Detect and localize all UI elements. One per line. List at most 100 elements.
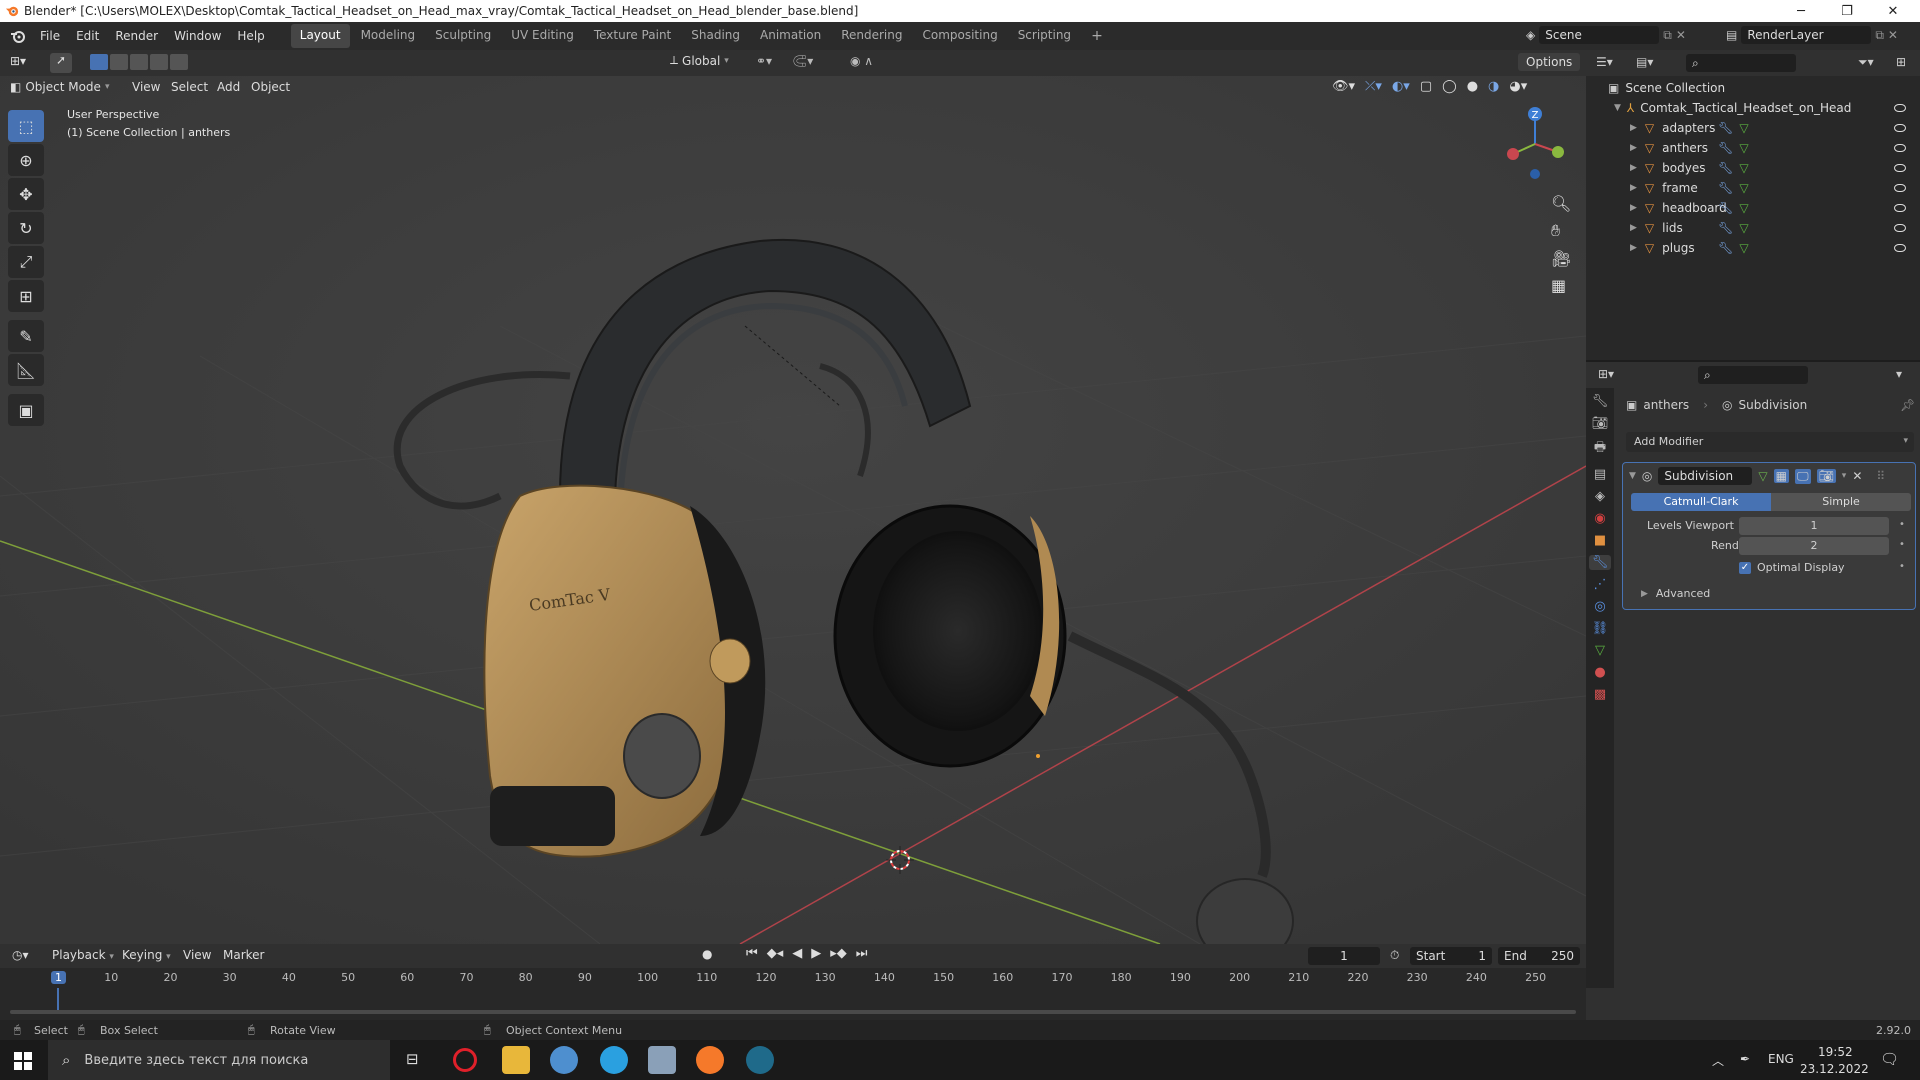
playhead[interactable] xyxy=(57,988,59,1010)
language-indicator[interactable]: ENG xyxy=(1768,1052,1794,1066)
expand-icon[interactable]: ▶ xyxy=(1630,123,1637,133)
modifier-wrench-icon[interactable]: 🔧︎ xyxy=(1718,181,1733,195)
3d-viewport[interactable]: ComTac V User Perspective (1) Scene Coll… xyxy=(0,76,1586,944)
menu-view[interactable]: View xyxy=(132,80,160,94)
new-collection-icon[interactable]: ⊞ xyxy=(1896,55,1906,69)
rotate-tool-icon[interactable]: ↻ xyxy=(8,212,44,244)
maximize-button[interactable]: ❐ xyxy=(1824,0,1870,22)
catmull-clark-option[interactable]: Catmull-Clark xyxy=(1631,493,1771,511)
expand-icon[interactable]: ▶ xyxy=(1630,143,1637,153)
overlay-toggle-icon[interactable]: ◐▾ xyxy=(1392,79,1410,94)
render-toggle-icon[interactable]: 📷︎ xyxy=(1816,469,1836,483)
data-tab-icon[interactable]: ▽ xyxy=(1595,643,1605,658)
select-invert-icon[interactable] xyxy=(150,54,168,70)
clock-time[interactable]: 19:52 xyxy=(1818,1045,1853,1059)
mesh-data-icon[interactable]: ▽ xyxy=(1739,201,1748,215)
render-levels-field[interactable]: 2 xyxy=(1739,537,1889,555)
outliner-item-frame[interactable]: ▶ ▽ frame 🔧︎ ▽ xyxy=(1586,178,1920,198)
record-icon[interactable]: ● xyxy=(702,947,712,961)
outliner-item-adapters[interactable]: ▶ ▽ adapters 🔧︎ ▽ xyxy=(1586,118,1920,138)
expand-icon[interactable]: ▶ xyxy=(1630,183,1637,193)
pen-icon[interactable]: ✒︎ xyxy=(1740,1052,1750,1066)
object-tab-icon[interactable]: ■ xyxy=(1594,533,1606,548)
keyframe-dot-icon[interactable]: • xyxy=(1899,519,1905,530)
tab-layout[interactable]: Layout xyxy=(290,24,350,48)
menu-timeline-view[interactable]: View xyxy=(183,948,211,962)
menu-select[interactable]: Select xyxy=(171,80,208,94)
chevron-down-icon[interactable]: ▾ xyxy=(1896,367,1902,381)
output-tab-icon[interactable]: 🖶 xyxy=(1594,438,1606,460)
wireframe-shading-icon[interactable]: ◯ xyxy=(1442,79,1457,94)
new-scene-icon[interactable]: ⧉ xyxy=(1663,28,1672,43)
edit-mode-toggle-icon[interactable]: ▽ xyxy=(1758,469,1767,483)
cage-toggle-icon[interactable]: ▦ xyxy=(1773,469,1789,483)
prev-keyframe-icon[interactable]: ◆◂ xyxy=(767,946,784,961)
tool-tab-icon[interactable]: 🔧︎ xyxy=(1592,394,1609,409)
visibility-eye-icon[interactable] xyxy=(1894,104,1906,112)
particles-tab-icon[interactable]: ⋰ xyxy=(1594,577,1607,592)
tab-shading[interactable]: Shading xyxy=(682,24,749,48)
cursor-tool-icon[interactable]: ⊕ xyxy=(8,144,44,176)
menu-marker[interactable]: Marker xyxy=(223,948,264,962)
clock-icon[interactable]: ⏱ xyxy=(1390,948,1399,963)
modifier-tab-icon[interactable]: 🔧︎ xyxy=(1588,555,1612,570)
modifier-wrench-icon[interactable]: 🔧︎ xyxy=(1718,241,1733,255)
view-layer-tab-icon[interactable]: ▤ xyxy=(1594,467,1606,482)
tab-modeling[interactable]: Modeling xyxy=(352,24,425,48)
expand-icon[interactable]: ▶ xyxy=(1630,203,1637,213)
start-frame-field[interactable]: Start 1 xyxy=(1410,947,1492,965)
levels-viewport-field[interactable]: 1 xyxy=(1739,517,1889,535)
remove-modifier-icon[interactable]: ✕ xyxy=(1852,469,1862,483)
menu-keying[interactable]: Keying ▾ xyxy=(122,948,171,962)
world-tab-icon[interactable]: ◉ xyxy=(1594,511,1605,526)
visibility-eye-icon[interactable] xyxy=(1894,124,1906,132)
visibility-eye-icon[interactable] xyxy=(1894,244,1906,252)
expand-icon[interactable]: ▶ xyxy=(1630,163,1637,173)
properties-editor-icon[interactable]: ⊞▾ xyxy=(1598,367,1614,381)
opera-icon[interactable] xyxy=(453,1048,477,1072)
jump-end-icon[interactable]: ⏭ xyxy=(856,946,868,961)
jump-start-icon[interactable]: ⏮ xyxy=(746,946,758,961)
expand-icon[interactable]: ▼ xyxy=(1614,103,1621,113)
notifications-icon[interactable]: 🗨︎ xyxy=(1880,1050,1899,1068)
view-layer-field[interactable]: RenderLayer xyxy=(1741,26,1872,44)
scale-tool-icon[interactable]: ⤢ xyxy=(8,246,44,278)
select-box-tool-icon[interactable]: ⬚ xyxy=(8,110,44,142)
clock-date[interactable]: 23.12.2022 xyxy=(1800,1062,1869,1076)
visibility-eye-icon[interactable] xyxy=(1894,164,1906,172)
tab-rendering[interactable]: Rendering xyxy=(832,24,911,48)
mesh-data-icon[interactable]: ▽ xyxy=(1739,121,1748,135)
camera-view-icon[interactable]: 🎥︎ xyxy=(1551,249,1571,268)
filter-icon[interactable]: ⏷▾ xyxy=(1858,55,1874,70)
tab-scripting[interactable]: Scripting xyxy=(1009,24,1080,48)
mesh-data-icon[interactable]: ▽ xyxy=(1739,221,1748,235)
play-reverse-icon[interactable]: ◀ xyxy=(792,946,802,961)
menu-edit[interactable]: Edit xyxy=(68,29,107,43)
expand-icon[interactable]: ▶ xyxy=(1630,243,1637,253)
menu-object[interactable]: Object xyxy=(251,80,290,94)
menu-help[interactable]: Help xyxy=(229,29,272,43)
add-modifier-dropdown[interactable]: Add Modifier ▾ xyxy=(1626,432,1914,452)
modifier-name-field[interactable]: Subdivision xyxy=(1658,467,1753,485)
render-tab-icon[interactable]: 📷︎ xyxy=(1592,416,1609,431)
options-dropdown[interactable]: Options xyxy=(1518,53,1581,71)
new-view-layer-icon[interactable]: ⧉ xyxy=(1875,28,1884,43)
task-view-icon[interactable]: ⊟ xyxy=(406,1050,419,1068)
modifier-wrench-icon[interactable]: 🔧︎ xyxy=(1718,221,1733,235)
mesh-data-icon[interactable]: ▽ xyxy=(1739,161,1748,175)
app-icon[interactable] xyxy=(648,1046,676,1074)
editor-type-icon[interactable]: ⊞▾ xyxy=(10,54,26,68)
delete-view-layer-icon[interactable]: ✕ xyxy=(1888,28,1898,42)
viewport-toggle-icon[interactable]: 🖵︎ xyxy=(1794,468,1811,484)
scene-tab-icon[interactable]: ◈ xyxy=(1595,489,1605,504)
measure-tool-icon[interactable]: 📐︎ xyxy=(8,354,44,386)
outliner-item-anthers[interactable]: ▶ ▽ anthers 🔧︎ ▽ xyxy=(1586,138,1920,158)
tab-uv-editing[interactable]: UV Editing xyxy=(502,24,583,48)
proportional-edit-icon[interactable]: ◉ ∧ xyxy=(850,54,873,68)
properties-editor[interactable]: ⊞▾ ⌕ ▾ 🔧︎ 📷︎ 🖶 ▤ ◈ ◉ ■ 🔧︎ ⋰ ◎ ⛓︎ ▽ ● ▩ ▣… xyxy=(1586,360,1920,1020)
mesh-data-icon[interactable]: ▽ xyxy=(1739,141,1748,155)
navigation-gizmo[interactable]: Z xyxy=(1495,104,1575,184)
mesh-data-icon[interactable]: ▽ xyxy=(1739,181,1748,195)
add-cube-tool-icon[interactable]: ▣ xyxy=(8,394,44,426)
material-tab-icon[interactable]: ● xyxy=(1594,665,1605,680)
